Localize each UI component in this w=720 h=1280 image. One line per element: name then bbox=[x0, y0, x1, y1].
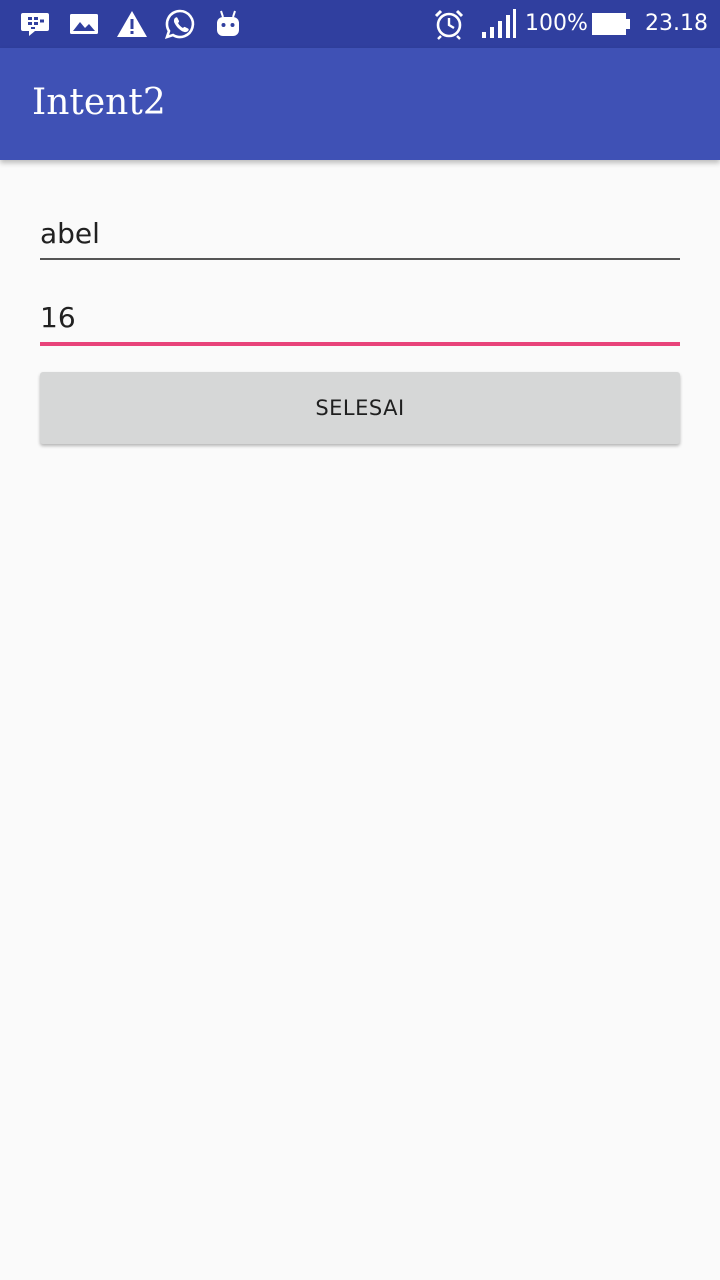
age-field-underline bbox=[40, 342, 680, 346]
app-bar: Intent2 bbox=[0, 48, 720, 160]
age-field[interactable] bbox=[40, 298, 680, 348]
name-field-underline bbox=[40, 258, 680, 260]
warning-icon bbox=[116, 8, 148, 40]
battery-icon bbox=[591, 8, 631, 40]
app-title: Intent2 bbox=[32, 82, 166, 123]
bbm-icon bbox=[20, 8, 52, 40]
clock: 23.18 bbox=[645, 11, 708, 36]
status-bar: 100% 23.18 bbox=[0, 0, 720, 48]
image-icon bbox=[68, 8, 100, 40]
battery-percent: 100% bbox=[525, 11, 588, 36]
whatsapp-icon bbox=[164, 8, 196, 40]
signal-icon bbox=[481, 8, 517, 40]
age-input[interactable] bbox=[40, 298, 680, 338]
name-field[interactable] bbox=[40, 214, 680, 262]
name-input[interactable] bbox=[40, 214, 680, 254]
alarm-icon bbox=[433, 8, 465, 40]
selesai-button[interactable]: SELESAI bbox=[40, 372, 680, 444]
android-icon bbox=[212, 8, 244, 40]
